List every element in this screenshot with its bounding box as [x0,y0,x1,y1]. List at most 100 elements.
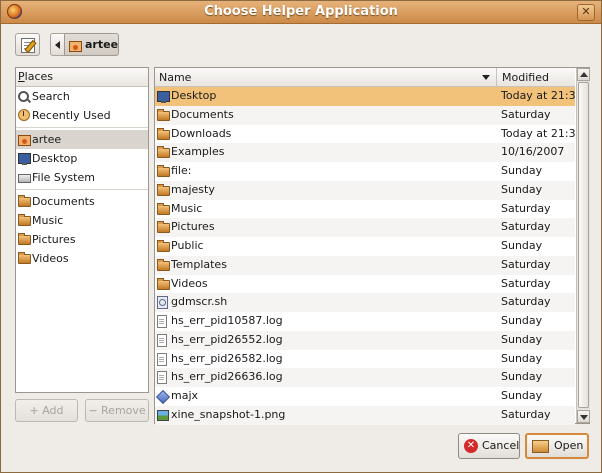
table-row[interactable]: hs_err_pid26636.log Sunday [155,368,575,387]
file-modified: Sunday [501,370,543,384]
places-panel: Places Search Recently Used artee Desktop Fi… [15,67,149,393]
file-list-scrollbar[interactable] [576,68,590,423]
file-name: gdmscr.sh [171,295,228,309]
folder-icon [18,252,31,264]
folder-icon [157,258,170,271]
folder-icon [157,277,170,290]
table-row[interactable]: hs_err_pid26552.log Sunday [155,330,575,350]
folder-icon [157,127,170,140]
table-row[interactable]: Pictures Saturday [155,218,575,237]
sidebar-item-search[interactable]: Search [16,87,148,106]
file-modified: Today at 21:33 [501,89,583,102]
sidebar-item-recently-used[interactable]: Recently Used [16,106,148,125]
places-header-mnemonic: P [18,70,25,83]
column-header-modified[interactable]: Modified [497,68,575,86]
file-icon [157,371,167,385]
table-row[interactable]: Music Saturday [155,200,575,219]
file-modified: Saturday [501,201,551,215]
table-row[interactable]: Examples 10/16/2007 [155,143,575,162]
table-row[interactable]: Videos Saturday [155,275,575,294]
column-name-label: Name [159,71,192,84]
diamond-icon [155,389,171,405]
table-row[interactable]: Downloads Today at 21:36 [155,125,583,144]
sidebar-item-desktop[interactable]: Desktop [16,149,148,168]
drive-icon [18,174,31,183]
folder-icon [157,183,170,196]
table-row[interactable]: Documents Saturday [155,105,575,125]
arrow-left-icon [55,41,60,49]
desktop-icon [18,153,31,165]
folder-icon [18,195,31,207]
file-name: Downloads [171,126,232,140]
file-modified: Saturday [501,220,551,234]
table-row[interactable]: Desktop Today at 21:33 [155,87,583,106]
sidebar-item-file-system[interactable]: File System [16,168,148,187]
sidebar-item-label: Desktop [32,152,78,165]
sidebar-item-documents[interactable]: Documents [16,192,148,211]
file-rows: Desktop Today at 21:33 Documents Saturday Do… [155,87,583,425]
title-bar[interactable]: Choose Helper Application ✕ [1,1,601,24]
file-modified: Saturday [501,257,551,271]
table-row[interactable]: majesty Sunday [155,180,575,200]
table-row[interactable]: gdmscr.sh Saturday [155,293,575,312]
file-modified: Sunday [501,164,543,177]
table-row[interactable]: xine_snapshot-1.png Saturday [155,405,575,425]
table-row[interactable]: Templates Saturday [155,255,575,275]
sidebar-item-label: File System [32,171,95,184]
file-name: Public [171,239,204,252]
file-modified: Saturday [501,295,551,309]
file-name: Desktop [171,89,217,102]
sidebar-item-label: Music [32,214,64,227]
table-row[interactable]: Public Sunday [155,237,575,256]
cancel-button-label: Cancel [482,439,520,452]
sidebar-item-label: Videos [32,252,69,265]
file-modified: Today at 21:36 [501,126,583,140]
folder-icon [18,233,31,245]
folder-icon [157,240,170,252]
search-icon [18,91,29,102]
sidebar-item-label: Pictures [32,233,76,246]
table-row[interactable]: hs_err_pid10587.log Sunday [155,312,575,331]
type-location-button[interactable] [15,33,40,56]
close-button[interactable]: ✕ [577,4,595,21]
file-modified: 10/16/2007 [501,145,565,159]
open-button[interactable]: Open [525,433,589,459]
add-bookmark-button[interactable]: + Add [15,399,78,422]
file-name: hs_err_pid26636.log [171,370,283,384]
scroll-down-arrow-icon[interactable] [577,410,590,423]
sidebar-item-label: Documents [32,195,95,208]
plus-icon: + [29,404,39,417]
remove-bookmark-button[interactable]: − Remove [85,399,149,422]
file-name: Videos [171,276,208,290]
home-icon [69,41,82,52]
recent-icon [18,109,30,121]
sidebar-item-videos[interactable]: Videos [16,249,148,268]
path-button-home[interactable]: artee [64,33,119,56]
file-name: xine_snapshot-1.png [171,407,286,421]
places-list: Search Recently Used artee Desktop File Syst… [16,87,148,268]
scrollbar-thumb[interactable] [578,82,589,408]
file-modified: Sunday [501,332,543,346]
sidebar-item-pictures[interactable]: Pictures [16,230,148,249]
sidebar-item-label: Search [32,90,70,103]
file-name: Examples [171,145,225,159]
path-scroll-left-button[interactable] [50,33,65,56]
file-name: file: [171,164,192,177]
places-header[interactable]: Places [16,68,148,87]
file-list-panel: Name Modified Desktop Today at 21:33 Docum… [154,67,590,425]
scroll-up-arrow-icon[interactable] [577,68,590,81]
column-header-name[interactable]: Name [155,68,497,86]
table-row[interactable]: file: Sunday [155,162,575,181]
file-name: hs_err_pid26582.log [171,351,283,365]
folder-icon [157,108,170,121]
file-modified: Saturday [501,276,551,290]
file-icon [157,315,167,328]
cancel-button[interactable]: ✕ Cancel [458,433,520,459]
minus-icon: − [88,404,98,417]
sidebar-item-artee[interactable]: artee [16,130,148,149]
file-list-header: Name Modified [155,68,575,87]
table-row[interactable]: majx Sunday [155,387,575,406]
dialog-window: Choose Helper Application ✕ artee Places… [0,0,602,473]
sidebar-item-music[interactable]: Music [16,211,148,230]
table-row[interactable]: hs_err_pid26582.log Sunday [155,350,575,369]
